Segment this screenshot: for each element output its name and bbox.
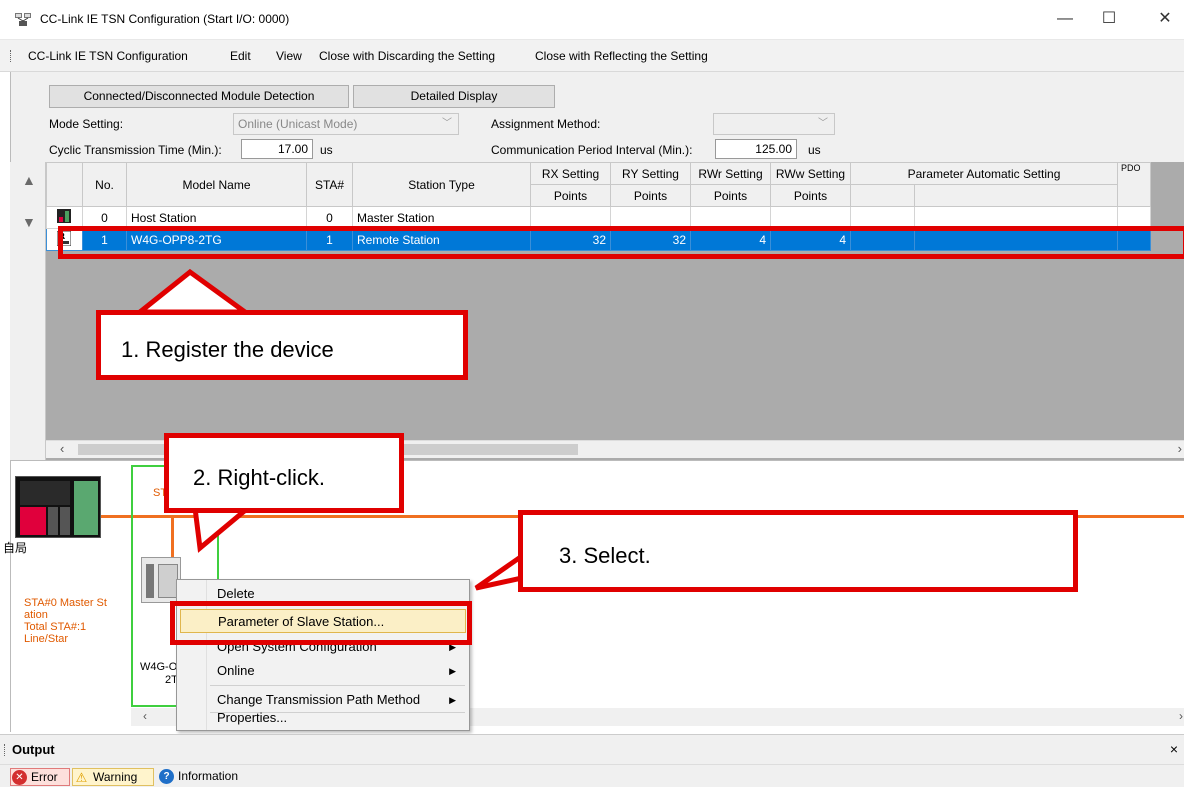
menu-bar: CC-Link IE TSN Configuration Edit View C… <box>0 40 1184 72</box>
tab-warning-label: Warning <box>93 770 138 784</box>
menu-item-properties[interactable]: Properties... <box>180 706 466 730</box>
master-info-line: ation <box>24 609 48 621</box>
cyclic-time-label: Cyclic Transmission Time (Min.): <box>49 143 222 157</box>
header-rww-points: Points <box>770 184 851 207</box>
move-up-icon[interactable]: ▲ <box>22 172 36 188</box>
highlight-menu-item <box>170 601 472 645</box>
output-tabs: ✕ Error ⚠ Warning ? Information <box>0 764 1184 787</box>
header-rwr-points: Points <box>690 184 771 207</box>
information-icon: ? <box>159 769 174 784</box>
header-param-auto: Parameter Automatic Setting <box>850 162 1118 185</box>
menu-item-label: Delete <box>217 586 255 601</box>
period-interval-field: 125.00 <box>715 139 797 159</box>
detailed-display-button[interactable]: Detailed Display <box>353 85 555 108</box>
module-detection-button[interactable]: Connected/Disconnected Module Detection <box>49 85 349 108</box>
menu-item-label: Change Transmission Path Method <box>217 692 421 707</box>
header-icon-col <box>46 162 83 207</box>
menu-close-reflect[interactable]: Close with Reflecting the Setting <box>535 49 708 63</box>
callout-step3: 3. Select. <box>518 510 1078 592</box>
tab-information[interactable]: ? Information <box>158 768 268 786</box>
tab-information-label: Information <box>178 769 239 783</box>
header-rx-points: Points <box>530 184 611 207</box>
output-panel-header: Output × <box>0 734 1184 764</box>
assignment-method-label: Assignment Method: <box>491 117 601 131</box>
callout-step1: 1. Register the device <box>96 310 468 380</box>
output-close-button[interactable]: × <box>1170 741 1178 757</box>
window-title: CC-Link IE TSN Configuration (Start I/O:… <box>40 12 290 26</box>
menu-cc-link-config[interactable]: CC-Link IE TSN Configuration <box>28 49 188 63</box>
chevron-down-icon: ﹀ <box>818 118 828 129</box>
master-info-line: STA#0 Master St <box>24 597 107 609</box>
menu-item-online[interactable]: Online ▶ <box>180 659 466 683</box>
scroll-left-icon[interactable]: ‹ <box>143 709 147 723</box>
cyclic-time-unit: us <box>320 143 333 157</box>
assignment-method-select[interactable]: ﹀ <box>713 113 835 135</box>
output-title: Output <box>12 742 55 757</box>
header-rww-setting: RWw Setting <box>770 162 851 185</box>
header-station-type: Station Type <box>352 162 531 207</box>
tab-error-label: Error <box>31 770 58 784</box>
submenu-arrow-icon: ▶ <box>449 666 456 676</box>
header-sta: STA# <box>306 162 353 207</box>
chevron-down-icon: ﹀ <box>442 118 452 129</box>
remote-device-image <box>141 557 181 603</box>
period-interval-unit: us <box>808 143 821 157</box>
mode-setting-select[interactable]: Online (Unicast Mode) ﹀ <box>233 113 459 135</box>
menu-edit[interactable]: Edit <box>230 49 251 63</box>
settings-panel: Connected/Disconnected Module Detection … <box>10 72 1184 162</box>
header-param-sub-1 <box>850 184 915 207</box>
header-ry-points: Points <box>610 184 691 207</box>
tab-warning[interactable]: ⚠ Warning <box>72 768 154 786</box>
close-button[interactable]: ✕ <box>1150 8 1180 30</box>
header-model-name: Model Name <box>126 162 307 207</box>
host-label: 自局 <box>3 541 28 555</box>
menu-separator <box>210 685 465 686</box>
minimize-button[interactable]: — <box>1050 8 1080 30</box>
mode-setting-label: Mode Setting: <box>49 117 124 131</box>
header-param-sub-2 <box>914 184 1118 207</box>
header-no: No. <box>82 162 127 207</box>
menu-view[interactable]: View <box>276 49 302 63</box>
menu-item-label: Online <box>217 663 255 678</box>
panel-grip <box>4 744 6 756</box>
error-icon: ✕ <box>12 770 27 785</box>
move-down-icon[interactable]: ▼ <box>22 214 36 230</box>
mode-setting-value: Online (Unicast Mode) <box>238 117 358 131</box>
grid-nav-column: ▲ ▼ <box>10 162 46 460</box>
device-label-1: W4G-O <box>140 661 178 673</box>
tab-error[interactable]: ✕ Error <box>10 768 70 786</box>
toolbar-grip <box>10 50 12 62</box>
scroll-right-icon[interactable]: › <box>1178 441 1182 456</box>
master-info-line: Total STA#:1 <box>24 621 87 633</box>
callout-step2: 2. Right-click. <box>164 433 404 513</box>
network-config-icon <box>15 13 31 26</box>
menu-item-label: Properties... <box>217 710 288 725</box>
header-rwr-setting: RWr Setting <box>690 162 771 185</box>
master-info-line: Line/Star <box>24 633 69 645</box>
header-ry-setting: RY Setting <box>610 162 691 185</box>
period-interval-label: Communication Period Interval (Min.): <box>491 143 693 157</box>
cyclic-time-field: 17.00 <box>241 139 313 159</box>
scroll-left-icon[interactable]: ‹ <box>60 441 64 456</box>
maximize-button[interactable]: ☐ <box>1094 8 1124 30</box>
header-rx-setting: RX Setting <box>530 162 611 185</box>
master-info: STA#0 Master St ation Total STA#:1 Line/… <box>24 597 107 645</box>
scroll-right-icon[interactable]: › <box>1179 709 1183 723</box>
title-bar: CC-Link IE TSN Configuration (Start I/O:… <box>0 0 1184 40</box>
header-pdo: PDO <box>1117 162 1151 207</box>
host-plc-image[interactable] <box>15 476 101 538</box>
warning-icon: ⚠ <box>75 770 88 785</box>
menu-close-discard[interactable]: Close with Discarding the Setting <box>319 49 495 63</box>
highlight-registered-row <box>58 226 1184 259</box>
